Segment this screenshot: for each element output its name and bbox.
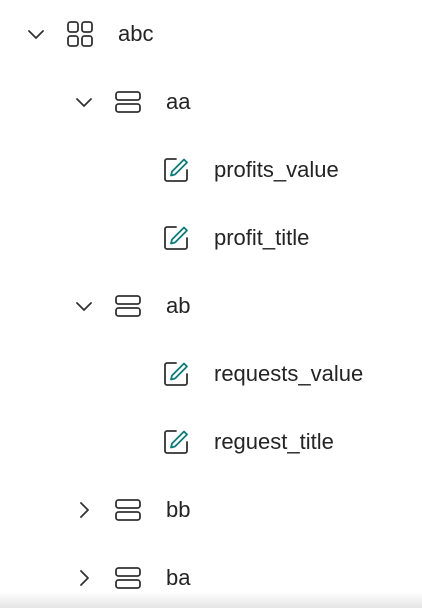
scroll-shadow	[0, 592, 422, 608]
tree-node-label: bb	[166, 497, 191, 522]
tree-node-label: profit_title	[214, 225, 310, 250]
tree-node-label: aa	[166, 89, 191, 114]
tree-node-requests-value[interactable]: requests_value	[0, 340, 422, 408]
table-rows-icon	[114, 564, 144, 592]
tree-node-label: ba	[166, 565, 191, 590]
chevron-down-icon[interactable]	[74, 296, 94, 316]
table-rows-icon	[114, 496, 144, 524]
edit-square-icon	[162, 224, 192, 252]
tree-node-label: reguest_title	[214, 429, 334, 454]
tree-node-bb[interactable]: bb	[0, 476, 422, 544]
tree-node-reguest-title[interactable]: reguest_title	[0, 408, 422, 476]
chevron-right-icon[interactable]	[74, 568, 94, 588]
tree-node-abc[interactable]: abc	[0, 0, 422, 68]
tree-node-label: ab	[166, 293, 191, 318]
tree-node-label: abc	[118, 21, 154, 46]
edit-square-icon	[162, 360, 192, 388]
tree-node-ab[interactable]: ab	[0, 272, 422, 340]
chevron-down-icon[interactable]	[74, 92, 94, 112]
tree-node-label: requests_value	[214, 361, 364, 386]
table-rows-icon	[114, 88, 144, 116]
tree-node-profits-value[interactable]: profits_value	[0, 136, 422, 204]
chevron-right-icon[interactable]	[74, 500, 94, 520]
tree-view: abc aa profits_value profit_title ab req…	[0, 0, 422, 608]
chevron-down-icon[interactable]	[26, 24, 46, 44]
edit-square-icon	[162, 428, 192, 456]
tree-node-aa[interactable]: aa	[0, 68, 422, 136]
edit-square-icon	[162, 156, 192, 184]
dashboard-grid-icon	[66, 20, 96, 48]
tree-node-profit-title[interactable]: profit_title	[0, 204, 422, 272]
tree-node-label: profits_value	[214, 157, 339, 182]
table-rows-icon	[114, 292, 144, 320]
